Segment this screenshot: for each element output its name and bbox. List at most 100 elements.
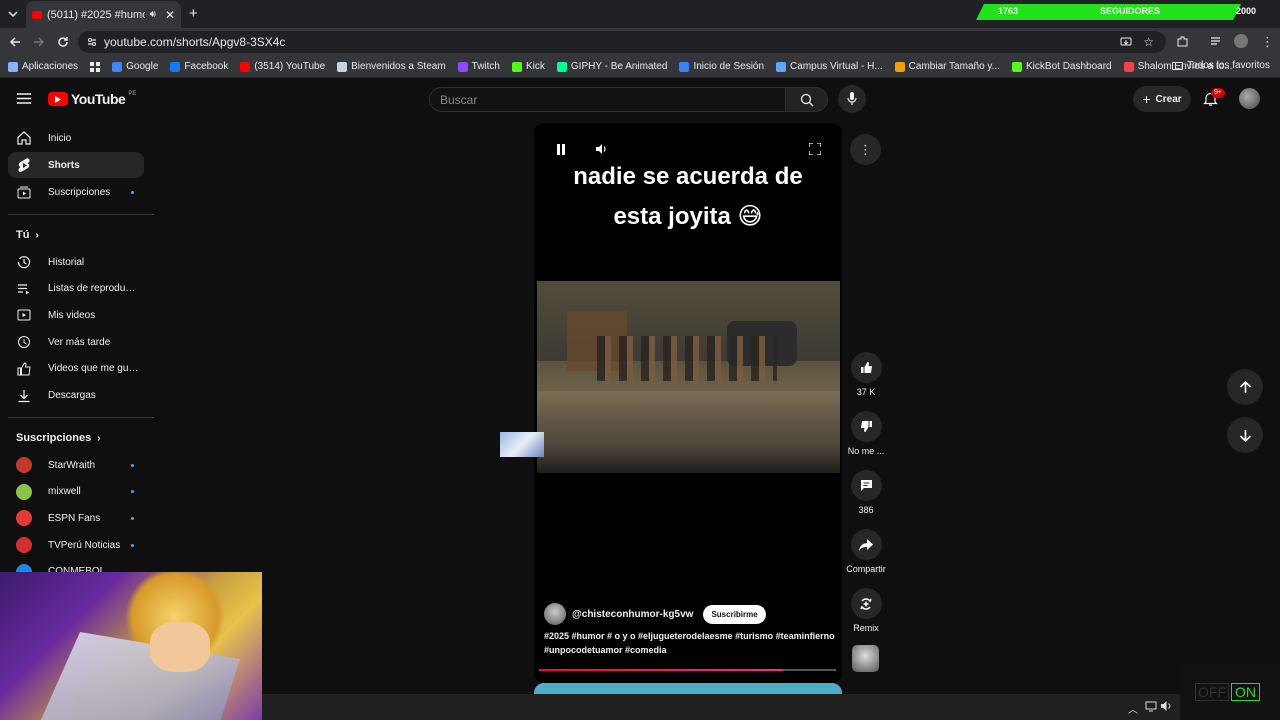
bookmark-item[interactable]: Kick xyxy=(512,61,545,72)
sidebar-item[interactable]: Videos que me gustan xyxy=(8,356,144,382)
fullscreen-icon[interactable] xyxy=(809,143,821,155)
sidebar: Inicio Shorts Suscripciones Tú › Historial Lis… xyxy=(0,125,154,585)
like-action[interactable]: 37 K xyxy=(840,352,892,397)
bookmark-item[interactable]: Google xyxy=(112,61,158,72)
extensions-icon[interactable] xyxy=(1176,35,1189,48)
share-action[interactable]: Compartir xyxy=(840,529,892,574)
bookmark-label: GIPHY - Be Animated xyxy=(570,61,668,72)
sidebar-item-label: ESPN Fans xyxy=(48,512,101,524)
sidebar-item[interactable]: mixwell xyxy=(8,479,144,505)
arrow-up-icon xyxy=(1239,380,1251,393)
sidebar-item[interactable]: Shorts xyxy=(8,152,144,178)
network-icon[interactable] xyxy=(1145,701,1157,712)
shorts-icon xyxy=(16,157,32,173)
bookmark-label: Kick xyxy=(526,61,545,72)
speaker-icon[interactable]: 🔊︎ xyxy=(150,9,156,20)
search-button[interactable] xyxy=(786,87,828,112)
bookmark-item[interactable]: Cambiar Tamaño y... xyxy=(894,61,1000,72)
volume-icon[interactable] xyxy=(595,143,608,155)
sidebar-item[interactable]: Historial xyxy=(8,249,144,275)
remix-action[interactable]: Remix xyxy=(840,588,892,633)
short-video-player[interactable]: nadie se acuerda de esta joyita 😅 @chist… xyxy=(534,123,842,683)
sidebar-item[interactable]: Suscripciones xyxy=(8,179,144,205)
url-bar[interactable]: youtube.com/shorts/Apgv8-3SX4c ☆ xyxy=(78,31,1166,53)
sidebar-item[interactable]: TVPerú Noticias xyxy=(8,532,144,558)
apps-grid-icon xyxy=(8,61,18,72)
bookmark-item[interactable]: GIPHY - Be Animated xyxy=(556,61,668,72)
bookmark-item[interactable]: Inicio de Sesión xyxy=(679,61,764,72)
account-avatar[interactable] xyxy=(1239,88,1260,109)
browser-tab-bar: (5011) #2025 #humor # o y 🔊︎ ✕ + 1763 SE… xyxy=(0,0,1280,28)
channel-name[interactable]: @chisteconhumor-kg5vw xyxy=(572,609,693,620)
sidebar-item[interactable]: Descargas xyxy=(8,383,144,409)
sidebar-item[interactable]: Ver más tarde xyxy=(8,329,144,355)
subscriptions-section-title[interactable]: Suscripciones › xyxy=(16,432,101,444)
dislike-icon[interactable] xyxy=(850,411,882,442)
sidebar-item[interactable]: Mis videos xyxy=(8,302,144,328)
sidebar-item[interactable]: Listas de reproducción xyxy=(8,276,144,302)
chevron-up-icon[interactable]: ︿ xyxy=(1128,701,1138,716)
more-options-icon[interactable]: ⋮ xyxy=(850,134,881,165)
close-tab-icon[interactable]: ✕ xyxy=(165,8,175,22)
notification-badge: 9+ xyxy=(1211,88,1225,98)
sidebar-item-label: Mis videos xyxy=(48,309,96,321)
voice-search-button[interactable] xyxy=(838,85,866,113)
menu-icon[interactable]: ⋮ xyxy=(1261,34,1274,50)
bookmark-label: Inicio de Sesión xyxy=(693,61,765,72)
notifications-button[interactable]: 9+ xyxy=(1203,88,1225,107)
hamburger-menu-icon[interactable] xyxy=(17,93,31,104)
comments-action[interactable]: 386 xyxy=(840,470,892,515)
subscribe-button[interactable]: Suscribirme xyxy=(703,604,766,624)
bookmark-star-icon[interactable]: ☆ xyxy=(1143,35,1154,49)
share-icon[interactable] xyxy=(850,529,882,560)
bookmark-item[interactable]: KickBot Dashboard xyxy=(1012,61,1112,72)
sidebar-item[interactable]: Inicio xyxy=(8,125,144,151)
you-section-title[interactable]: Tú › xyxy=(16,229,39,241)
video-progress-bar[interactable] xyxy=(539,669,836,671)
create-label: Crear xyxy=(1155,93,1182,105)
install-app-icon[interactable] xyxy=(1120,36,1132,48)
folder-icon xyxy=(1172,61,1184,70)
tab-search-icon[interactable] xyxy=(6,7,20,21)
bookmark-favicon-icon xyxy=(457,61,468,72)
create-button[interactable]: + Crear xyxy=(1133,86,1191,112)
remix-icon[interactable] xyxy=(850,588,882,619)
reload-icon[interactable] xyxy=(56,35,70,49)
sidebar-item-label: Listas de reproducción xyxy=(48,283,140,295)
sound-thumbnail[interactable] xyxy=(852,645,879,672)
search-input[interactable]: Buscar xyxy=(429,87,786,112)
youtube-logo[interactable]: YouTube PE xyxy=(48,91,136,107)
pause-icon[interactable] xyxy=(556,144,566,155)
channel-avatar[interactable] xyxy=(544,603,566,625)
browser-toolbar: youtube.com/shorts/Apgv8-3SX4c ☆ ⋮ xyxy=(0,28,1280,56)
bookmark-item[interactable]: Twitch xyxy=(457,61,500,72)
media-control-icon[interactable] xyxy=(1210,35,1223,48)
site-info-icon[interactable] xyxy=(86,36,98,48)
sidebar-item[interactable]: ESPN Fans xyxy=(8,505,144,531)
profile-avatar[interactable] xyxy=(1234,34,1248,48)
all-favorites-folder[interactable]: Todos los favoritos xyxy=(1172,60,1270,71)
all-favorites-label: Todos los favoritos xyxy=(1187,60,1270,71)
browser-tab[interactable]: (5011) #2025 #humor # o y 🔊︎ ✕ xyxy=(26,1,181,28)
subscriptions-icon xyxy=(16,184,32,200)
bookmark-item[interactable]: Campus Virtual - H... xyxy=(776,61,883,72)
bookmark-item[interactable]: Bienvenidos a Steam xyxy=(337,61,446,72)
sidebar-item[interactable]: StarWraith xyxy=(8,452,144,478)
bookmark-item[interactable]: Facebook xyxy=(170,61,228,72)
like-icon[interactable] xyxy=(850,352,882,383)
volume-tray-icon[interactable] xyxy=(1160,700,1172,712)
bookmark-item[interactable]: (3514) YouTube xyxy=(240,61,325,72)
back-icon[interactable] xyxy=(8,35,22,49)
comment-icon[interactable] xyxy=(850,470,882,501)
previous-short-button[interactable] xyxy=(1227,369,1263,405)
bookmark-item[interactable]: Aplicaciones xyxy=(8,61,78,72)
new-content-dot xyxy=(131,543,134,547)
apps-icon[interactable] xyxy=(90,61,101,72)
video-hashtags[interactable]: #2025 #humor # o y o #eljugueterodelaesm… xyxy=(544,629,840,657)
dislike-action[interactable]: No me ... xyxy=(840,411,892,456)
watch-later-icon xyxy=(16,334,32,350)
new-tab-icon[interactable]: + xyxy=(189,5,198,22)
next-short-button[interactable] xyxy=(1227,417,1263,453)
forward-icon[interactable] xyxy=(32,35,46,49)
follower-goal-bar: 1763 SEGUIDORES 2000 xyxy=(976,4,1258,20)
